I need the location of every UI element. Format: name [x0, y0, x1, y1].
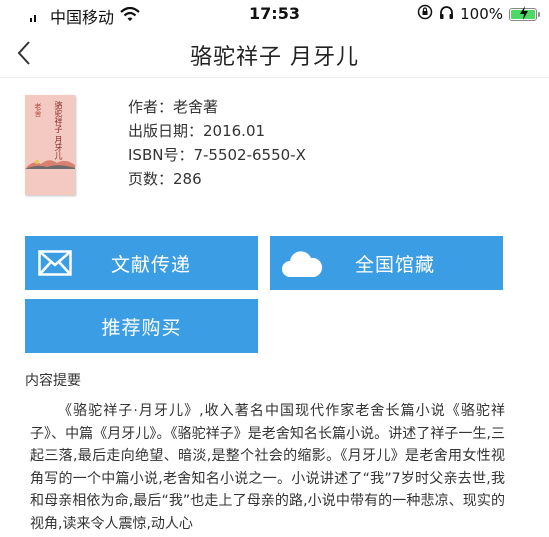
charging-bolt-icon: [519, 5, 529, 23]
battery-icon: [509, 5, 540, 23]
status-right: 100%: [417, 4, 540, 24]
summary-heading: 内容提要: [25, 373, 81, 389]
cover-illustration: [25, 160, 75, 169]
recommend-purchase-label: 推荐购买: [101, 316, 182, 339]
nav-bar: 骆驼祥子 月牙儿: [0, 28, 549, 78]
summary-text: 《骆驼祥子·月牙儿》,收入著名中国现代作家老舍长篇小说《骆驼祥子》、中篇《月牙儿…: [30, 403, 505, 532]
book-publish-date: 出版日期：2016.01: [128, 122, 266, 140]
orientation-lock-icon: [417, 4, 433, 24]
recommend-purchase-button[interactable]: 推荐购买: [25, 299, 258, 353]
national-holdings-button[interactable]: 全国馆藏: [270, 236, 503, 290]
book-info: 老舍 骆驼祥子 月牙儿 作者：老舍著 出版日期：2016.01 ISBN号：7-…: [25, 95, 525, 200]
book-meta: 作者：老舍著 出版日期：2016.01 ISBN号：7-5502-6550-X …: [128, 95, 306, 191]
document-delivery-button[interactable]: 文献传递: [25, 236, 258, 290]
status-bar: 中国移动 17:53 100%: [0, 0, 549, 28]
book-isbn: ISBN号：7-5502-6550-X: [128, 146, 306, 164]
cover-author: 老舍: [34, 103, 42, 117]
book-pages: 页数：286: [128, 170, 202, 188]
page-title: 骆驼祥子 月牙儿: [190, 45, 359, 70]
book-author: 作者：老舍著: [128, 98, 219, 116]
mail-icon: [38, 250, 72, 276]
cover-title: 骆驼祥子 月牙儿: [54, 101, 63, 160]
national-holdings-label: 全国馆藏: [355, 253, 436, 276]
book-cover[interactable]: 老舍 骆驼祥子 月牙儿: [25, 95, 75, 195]
document-delivery-label: 文献传递: [111, 253, 192, 276]
cloud-icon: [282, 251, 323, 277]
battery-percent: 100%: [460, 5, 503, 23]
headphones-icon: [439, 5, 454, 24]
